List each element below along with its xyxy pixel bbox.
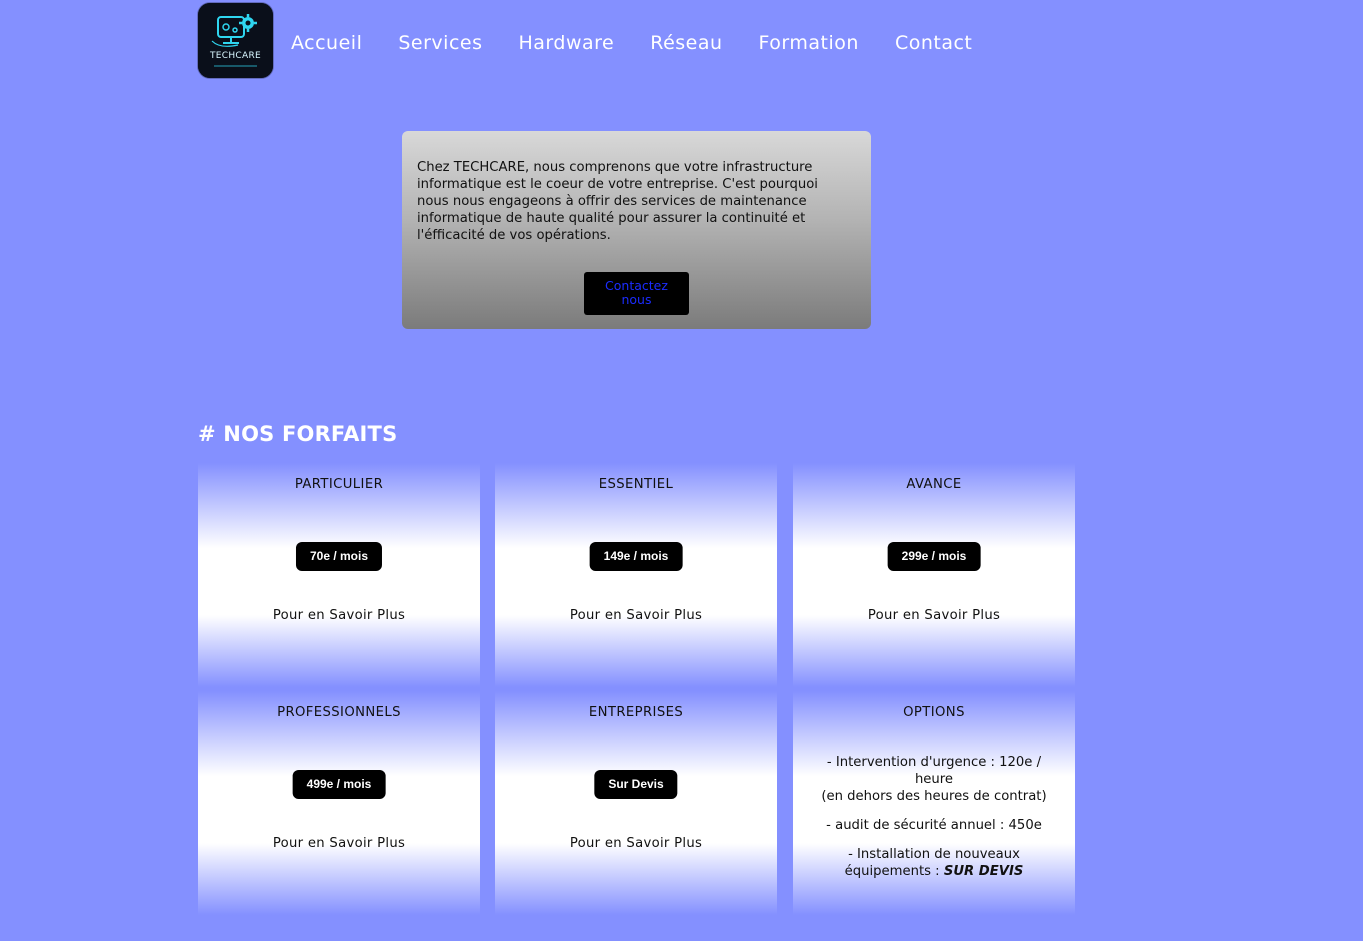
learn-more-link[interactable]: Pour en Savoir Plus — [495, 836, 777, 852]
plan-price-button[interactable]: 70e / mois — [295, 542, 383, 571]
contact-button[interactable]: Contactez nous — [584, 272, 689, 315]
option-installation: - Installation de nouveaux équipements :… — [809, 846, 1059, 880]
plan-card-essentiel: ESSENTIEL 149e / mois Pour en Savoir Plu… — [495, 463, 777, 687]
hero-description: Chez TECHCARE, nous comprenons que votre… — [417, 160, 818, 243]
nav-reseau[interactable]: Réseau — [650, 30, 722, 56]
section-title-forfaits: # NOS FORFAITS — [198, 422, 398, 446]
plan-title: PROFESSIONNELS — [277, 705, 401, 720]
nav-contact[interactable]: Contact — [895, 30, 972, 56]
plan-price-button[interactable]: 499e / mois — [292, 770, 386, 799]
plan-title: AVANCE — [906, 477, 962, 492]
options-title: OPTIONS — [903, 705, 965, 720]
plan-title: ENTREPRISES — [588, 705, 684, 720]
plan-card-options: OPTIONS - Intervention d'urgence : 120e … — [793, 691, 1075, 915]
main-nav: Accueil Services Hardware Réseau Formati… — [291, 30, 1008, 56]
plan-price-button[interactable]: 299e / mois — [887, 542, 981, 571]
plan-title: ESSENTIEL — [598, 477, 674, 492]
option-audit: - audit de sécurité annuel : 450e — [826, 818, 1042, 833]
contact-button-line2: nous — [621, 292, 652, 307]
learn-more-link[interactable]: Pour en Savoir Plus — [793, 608, 1075, 624]
logo-text: TECHCARE — [209, 51, 262, 61]
option-urgence-line2: (en dehors des heures de contrat) — [821, 789, 1047, 804]
learn-more-link[interactable]: Pour en Savoir Plus — [495, 608, 777, 624]
options-list: - Intervention d'urgence : 120e / heure … — [809, 754, 1059, 892]
contact-button-line1: Contactez — [605, 278, 668, 293]
option-urgence-line1: - Intervention d'urgence : 120e / heure — [826, 755, 1042, 787]
plan-title: PARTICULIER — [294, 477, 384, 492]
nav-accueil[interactable]: Accueil — [291, 30, 362, 56]
computer-gear-logo-icon — [198, 3, 273, 78]
plan-price-button[interactable]: 149e / mois — [589, 542, 683, 571]
techcare-logo[interactable]: TECHCARE — [198, 3, 273, 78]
plan-card-professionnels: PROFESSIONNELS 499e / mois Pour en Savoi… — [198, 691, 480, 915]
learn-more-link[interactable]: Pour en Savoir Plus — [198, 836, 480, 852]
plan-card-avance: AVANCE 299e / mois Pour en Savoir Plus — [793, 463, 1075, 687]
option-urgence: - Intervention d'urgence : 120e / heure … — [809, 754, 1059, 805]
nav-services[interactable]: Services — [398, 30, 482, 56]
plan-card-entreprises: ENTREPRISES Sur Devis Pour en Savoir Plu… — [495, 691, 777, 915]
learn-more-link[interactable]: Pour en Savoir Plus — [198, 608, 480, 624]
nav-hardware[interactable]: Hardware — [518, 30, 614, 56]
option-installation-devis: SUR DEVIS — [943, 864, 1024, 879]
plan-card-particulier: PARTICULIER 70e / mois Pour en Savoir Pl… — [198, 463, 480, 687]
nav-formation[interactable]: Formation — [759, 30, 859, 56]
plan-price-button[interactable]: Sur Devis — [594, 770, 678, 799]
hero-panel: Chez TECHCARE, nous comprenons que votre… — [402, 131, 871, 329]
